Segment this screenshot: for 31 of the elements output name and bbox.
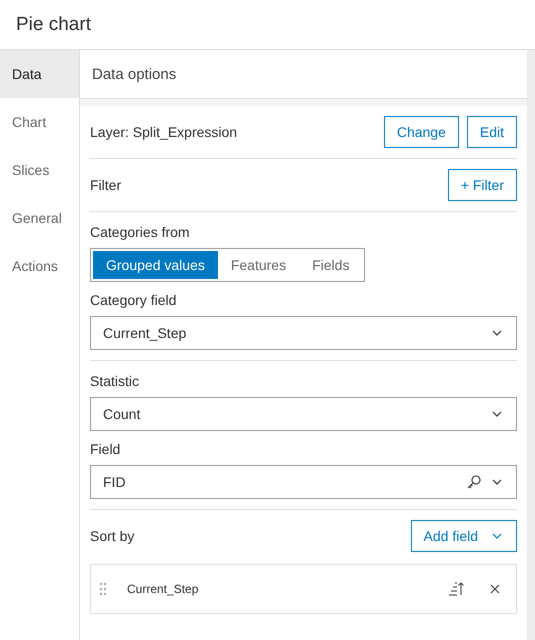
field-label: Categories from [90, 224, 191, 240]
field-label: Field [90, 441, 122, 457]
sort-label: Sort by [90, 528, 134, 544]
field-label: Statistic [90, 373, 140, 389]
layer-button[interactable]: Change [384, 116, 459, 148]
sort-field-name: Current_Step [127, 582, 200, 596]
layer-label: Layer: Split_Expression [90, 124, 238, 140]
chevron-down-icon [492, 411, 502, 417]
add-filter-button[interactable]: + Filter [448, 169, 517, 201]
panel-title: Data options [92, 66, 176, 82]
key-icon [466, 474, 482, 490]
segment-option[interactable]: Grouped values [93, 251, 218, 279]
chevron-down-icon [492, 533, 502, 539]
sidebar-tab[interactable]: Data [0, 50, 79, 98]
close-icon[interactable] [490, 584, 500, 594]
sidebar-tab[interactable]: Slices [0, 146, 79, 194]
sidebar-tab[interactable]: Chart [0, 98, 79, 146]
layer-button[interactable]: Edit [466, 116, 517, 148]
sidebar-tab[interactable]: Actions [0, 242, 79, 290]
window-title: Pie chart [16, 14, 91, 36]
add-field-button[interactable]: Add field [410, 520, 517, 552]
field-label: Category field [90, 292, 178, 308]
drag-handle-icon[interactable] [99, 582, 107, 596]
sidebar-tab[interactable]: General [0, 194, 79, 242]
sort-ascending-icon[interactable] [448, 581, 464, 597]
filter-label: Filter [90, 177, 122, 193]
chevron-down-icon [492, 330, 502, 336]
dropdown-field[interactable]: Current_Step [90, 316, 517, 350]
dropdown-field[interactable]: Count [90, 397, 517, 431]
dropdown-field[interactable]: FID [90, 465, 517, 499]
chevron-down-icon [492, 479, 502, 485]
